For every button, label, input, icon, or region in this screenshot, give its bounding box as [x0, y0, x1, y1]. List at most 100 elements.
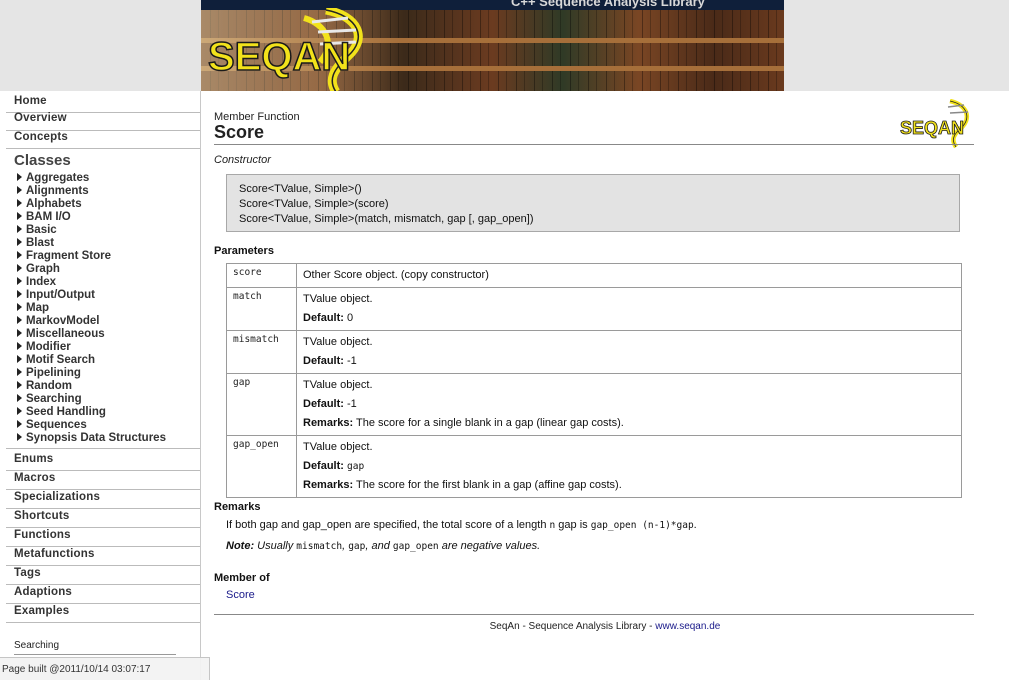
nav-link-macros[interactable]: Macros: [14, 472, 55, 484]
class-item-modifier[interactable]: Modifier: [17, 341, 71, 353]
table-row: mismatch TValue object. Default: -1: [226, 330, 962, 374]
expand-triangle-icon: [17, 277, 22, 285]
nav-link-overview[interactable]: Overview: [14, 112, 67, 124]
class-item-miscellaneous[interactable]: Miscellaneous: [17, 328, 105, 340]
class-item-index[interactable]: Index: [17, 276, 56, 288]
expand-triangle-icon: [17, 264, 22, 272]
param-remarks: The score for a single blank in a gap (l…: [356, 417, 624, 429]
nav-link-concepts[interactable]: Concepts: [14, 131, 68, 143]
class-item-sequences[interactable]: Sequences: [17, 419, 87, 431]
expand-triangle-icon: [17, 238, 22, 246]
class-item-bam-io[interactable]: BAM I/O: [17, 211, 71, 223]
expand-triangle-icon: [17, 186, 22, 194]
expand-triangle-icon: [17, 355, 22, 363]
seqan-logo[interactable]: SEQAN: [208, 8, 378, 91]
nav-divider: [6, 470, 200, 471]
expand-triangle-icon: [17, 407, 22, 415]
nav-divider: [6, 527, 200, 528]
expand-triangle-icon: [17, 329, 22, 337]
svg-text:SEQAN: SEQAN: [208, 35, 350, 79]
class-item-aggregates[interactable]: Aggregates: [17, 172, 89, 184]
expand-triangle-icon: [17, 394, 22, 402]
expand-triangle-icon: [17, 212, 22, 220]
member-of-heading: Member of: [214, 572, 270, 584]
note-text: Note: Usually mismatch, gap, and gap_ope…: [226, 540, 541, 552]
expand-triangle-icon: [17, 368, 22, 376]
table-row: score Other Score object. (copy construc…: [226, 263, 962, 288]
svg-text:SEQAN: SEQAN: [900, 118, 964, 138]
param-description: TValue object. Default: -1: [296, 330, 962, 374]
class-item-random[interactable]: Random: [17, 380, 72, 392]
param-name: mismatch: [226, 330, 297, 374]
nav-link-tags[interactable]: Tags: [14, 567, 41, 579]
title-divider: [214, 144, 974, 145]
nav-divider: [6, 603, 200, 604]
class-item-motif-search[interactable]: Motif Search: [17, 354, 95, 366]
class-item-alphabets[interactable]: Alphabets: [17, 198, 82, 210]
param-description: TValue object. Default: -1 Remarks: The …: [296, 373, 962, 436]
nav-divider: [6, 448, 200, 449]
classes-heading[interactable]: Classes: [14, 152, 71, 169]
expand-triangle-icon: [17, 420, 22, 428]
remarks-heading: Remarks: [214, 501, 261, 513]
table-row: match TValue object. Default: 0: [226, 287, 962, 331]
class-item-input-output[interactable]: Input/Output: [17, 289, 95, 301]
nav-link-functions[interactable]: Functions: [14, 529, 71, 541]
param-default: 0: [347, 312, 354, 324]
param-description: TValue object. Default: gap Remarks: The…: [296, 435, 962, 498]
nav-divider: [6, 565, 200, 566]
class-item-seed-handling[interactable]: Seed Handling: [17, 406, 106, 418]
seqan-corner-logo[interactable]: SEQAN: [898, 99, 973, 149]
nav-link-home[interactable]: Home: [14, 95, 47, 107]
signature-line: Score<TValue, Simple>(): [239, 183, 362, 195]
nav-divider: [6, 584, 200, 585]
expand-triangle-icon: [17, 316, 22, 324]
nav-link-examples[interactable]: Examples: [14, 605, 69, 617]
class-item-markovmodel[interactable]: MarkovModel: [17, 315, 100, 327]
class-item-graph[interactable]: Graph: [17, 263, 60, 275]
class-item-basic[interactable]: Basic: [17, 224, 57, 236]
signature-line: Score<TValue, Simple>(match, mismatch, g…: [239, 213, 534, 225]
param-default: -1: [347, 398, 357, 410]
table-row: gap_open TValue object. Default: gap Rem…: [226, 435, 962, 498]
class-item-map[interactable]: Map: [17, 302, 49, 314]
status-bar: Page built @2011/10/14 03:07:17: [0, 657, 210, 680]
signature-line: Score<TValue, Simple>(score): [239, 198, 389, 210]
nav-link-specializations[interactable]: Specializations: [14, 491, 100, 503]
expand-triangle-icon: [17, 225, 22, 233]
main-content: Member Function Score SEQAN Constructor …: [201, 91, 1009, 680]
expand-triangle-icon: [17, 290, 22, 298]
table-row: gap TValue object. Default: -1 Remarks: …: [226, 373, 962, 436]
nav-link-metafunctions[interactable]: Metafunctions: [14, 548, 95, 560]
nav-link-adaptions[interactable]: Adaptions: [14, 586, 72, 598]
class-item-blast[interactable]: Blast: [17, 237, 54, 249]
class-item-alignments[interactable]: Alignments: [17, 185, 89, 197]
param-remarks: The score for the first blank in a gap (…: [356, 479, 622, 491]
nav-divider: [6, 489, 200, 490]
param-description: TValue object. Default: 0: [296, 287, 962, 331]
site-title: C++ Sequence Analysis Library: [511, 0, 705, 9]
nav-divider: [6, 622, 200, 623]
class-item-searching[interactable]: Searching: [17, 393, 82, 405]
nav-link-shortcuts[interactable]: Shortcuts: [14, 510, 69, 522]
param-default: -1: [347, 355, 357, 367]
expand-triangle-icon: [17, 342, 22, 350]
page-title: Score: [214, 122, 265, 142]
remarks-text: If both gap and gap_open are specified, …: [226, 519, 697, 531]
search-label: Searching: [14, 640, 60, 651]
param-name: score: [226, 263, 297, 288]
class-item-pipelining[interactable]: Pipelining: [17, 367, 81, 379]
sidebar-nav: Home Overview Concepts Classes Aggregate…: [0, 91, 201, 680]
class-item-fragment-store[interactable]: Fragment Store: [17, 250, 111, 262]
param-name: match: [226, 287, 297, 331]
nav-divider: [6, 508, 200, 509]
param-name: gap: [226, 373, 297, 436]
member-of-link[interactable]: Score: [226, 589, 255, 601]
nav-divider: [6, 546, 200, 547]
expand-triangle-icon: [17, 381, 22, 389]
footer-link[interactable]: www.seqan.de: [655, 621, 720, 632]
class-item-synopsis-data-structures[interactable]: Synopsis Data Structures: [17, 432, 166, 444]
signature-box: Score<TValue, Simple>() Score<TValue, Si…: [226, 174, 960, 232]
nav-divider: [6, 148, 200, 149]
nav-link-enums[interactable]: Enums: [14, 453, 53, 465]
